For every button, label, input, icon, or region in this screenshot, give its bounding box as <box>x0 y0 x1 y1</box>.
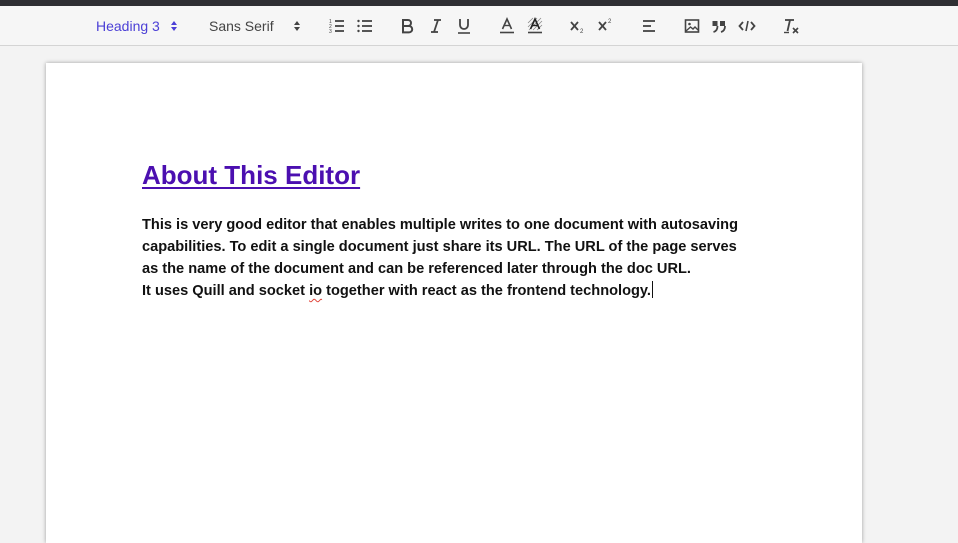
ordered-list-button[interactable]: 1 2 3 <box>327 6 347 46</box>
italic-icon <box>431 19 441 33</box>
paragraph-line[interactable]: capabilities. To edit a single document … <box>142 236 782 258</box>
bold-button[interactable] <box>398 6 416 46</box>
editor-toolbar: Heading 3 Sans Serif 1 2 3 2 2 <box>0 6 958 46</box>
subscript-button[interactable]: 2 <box>569 6 587 46</box>
underline-button[interactable] <box>455 6 473 46</box>
misspelled-word[interactable]: io <box>309 283 322 299</box>
blockquote-button[interactable] <box>710 6 728 46</box>
text-caret <box>652 281 653 298</box>
paragraph-text: together with react as the frontend tech… <box>322 283 651 299</box>
text-color-button[interactable] <box>498 6 516 46</box>
ordered-list-icon: 1 2 3 <box>329 19 344 35</box>
superscript-icon: 2 <box>598 19 612 31</box>
align-left-icon <box>643 20 655 32</box>
background-color-button[interactable] <box>526 6 544 46</box>
document-heading[interactable]: About This Editor <box>142 160 360 191</box>
blockquote-icon <box>712 21 726 33</box>
bullet-list-icon <box>357 19 372 33</box>
clear-formatting-icon <box>784 19 799 34</box>
document-body[interactable]: This is very good editor that enables mu… <box>142 214 782 302</box>
paragraph-line[interactable]: as the name of the document and can be r… <box>142 258 782 280</box>
picker-arrows-icon <box>294 21 300 31</box>
bullet-list-button[interactable] <box>355 6 375 46</box>
code-block-button[interactable] <box>738 6 756 46</box>
paragraph-line[interactable]: This is very good editor that enables mu… <box>142 214 782 236</box>
document-page[interactable]: About This Editor This is very good edit… <box>46 63 862 543</box>
font-picker[interactable]: Sans Serif <box>209 6 305 46</box>
image-button[interactable] <box>683 6 701 46</box>
font-picker-label: Sans Serif <box>209 18 274 34</box>
svg-text:2: 2 <box>608 19 612 25</box>
superscript-button[interactable]: 2 <box>597 6 615 46</box>
clear-formatting-button[interactable] <box>782 6 800 46</box>
align-button[interactable] <box>640 6 658 46</box>
svg-text:2: 2 <box>580 29 584 35</box>
text-color-icon <box>500 17 514 34</box>
underline-icon <box>458 19 470 34</box>
subscript-icon: 2 <box>570 21 584 35</box>
bold-icon <box>402 19 414 34</box>
paragraph-line-last[interactable]: It uses Quill and socket io together wit… <box>142 280 782 302</box>
picker-arrows-icon <box>171 21 177 31</box>
paragraph-text: It uses Quill and socket <box>142 283 310 299</box>
image-icon <box>684 19 700 33</box>
heading-picker-label: Heading 3 <box>96 18 160 34</box>
background-color-icon <box>527 17 543 34</box>
code-block-icon <box>738 20 756 32</box>
svg-text:3: 3 <box>329 29 332 35</box>
italic-button[interactable] <box>427 6 445 46</box>
heading-picker[interactable]: Heading 3 <box>96 6 186 46</box>
